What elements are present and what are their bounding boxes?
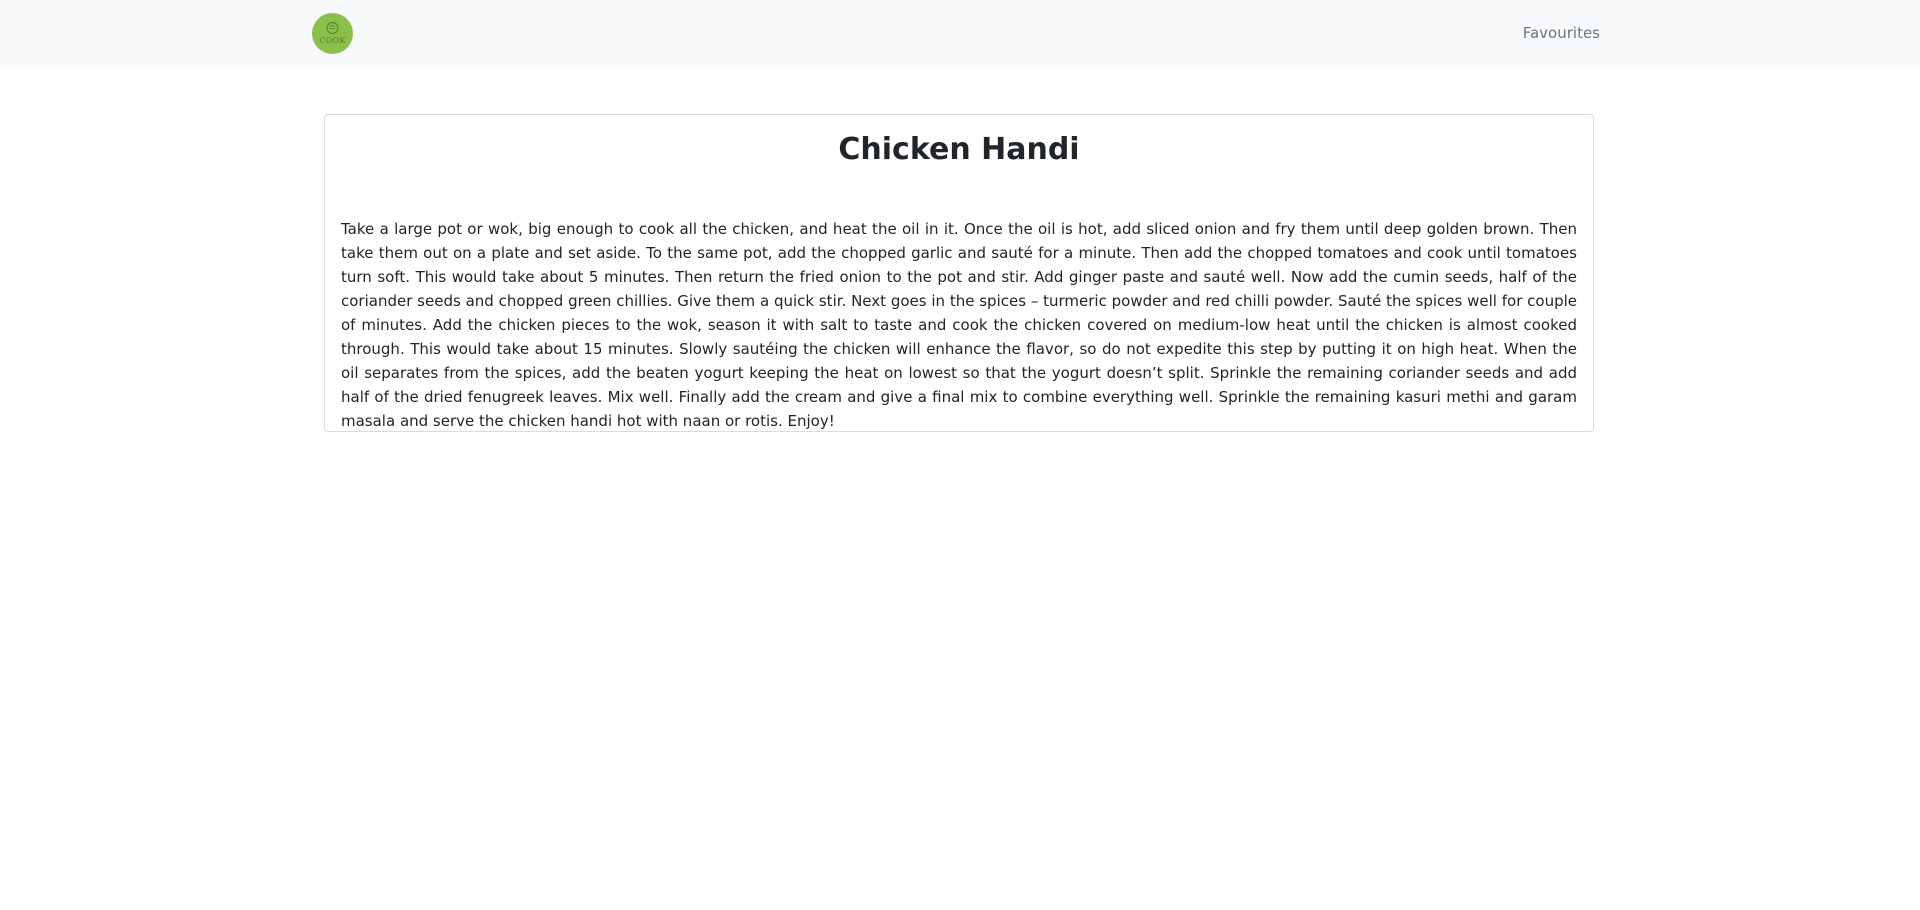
recipe-title: Chicken Handi bbox=[838, 132, 1080, 167]
site-logo[interactable]: COOK bbox=[312, 13, 353, 54]
logo-text: COOK bbox=[319, 36, 346, 45]
favourites-link[interactable]: Favourites bbox=[1523, 22, 1600, 44]
chef-hat-icon bbox=[326, 22, 339, 34]
recipe-card: Chicken Handi Take a large pot or wok, b… bbox=[324, 114, 1594, 432]
top-navbar: COOK Favourites bbox=[0, 0, 1920, 67]
recipe-instructions: Take a large pot or wok, big enough to c… bbox=[341, 220, 1577, 430]
